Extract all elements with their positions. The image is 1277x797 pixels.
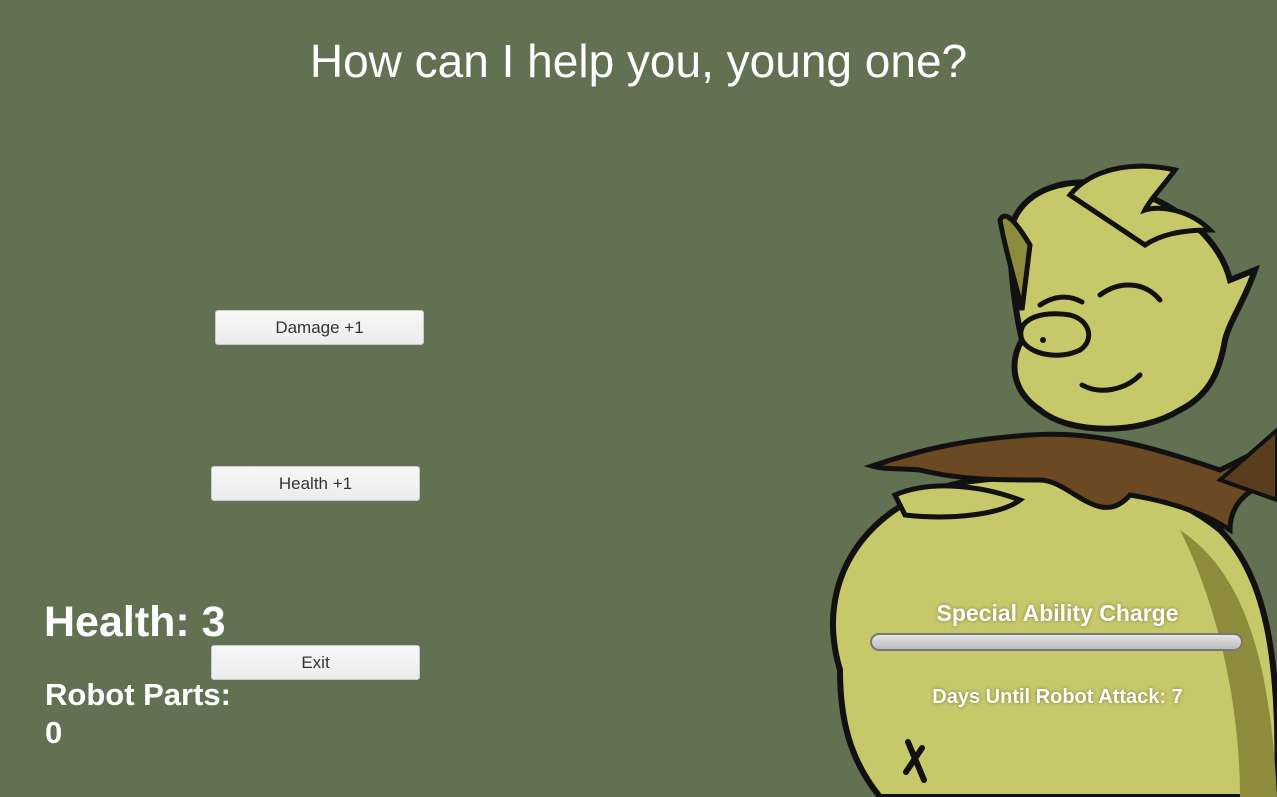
damage-upgrade-button[interactable]: Damage +1 — [215, 310, 424, 345]
exit-button[interactable]: Exit — [211, 645, 420, 680]
robot-parts-stat: Robot Parts: 0 — [45, 676, 275, 752]
special-ability-charge-bar — [870, 633, 1243, 651]
special-ability-charge-fill — [872, 635, 1241, 649]
dialog-prompt: How can I help you, young one? — [309, 35, 968, 87]
days-until-robot-attack: Days Until Robot Attack: 7 — [932, 686, 1183, 708]
health-stat: Health: 3 — [44, 598, 226, 646]
robot-parts-value: 0 — [45, 715, 63, 750]
robot-parts-label: Robot Parts: — [45, 677, 231, 712]
health-upgrade-button[interactable]: Health +1 — [211, 466, 420, 501]
special-ability-label: Special Ability Charge — [936, 600, 1179, 626]
game-screen: How can I help you, young one? Damage +1… — [0, 0, 1277, 797]
creature-snout — [1018, 311, 1092, 358]
